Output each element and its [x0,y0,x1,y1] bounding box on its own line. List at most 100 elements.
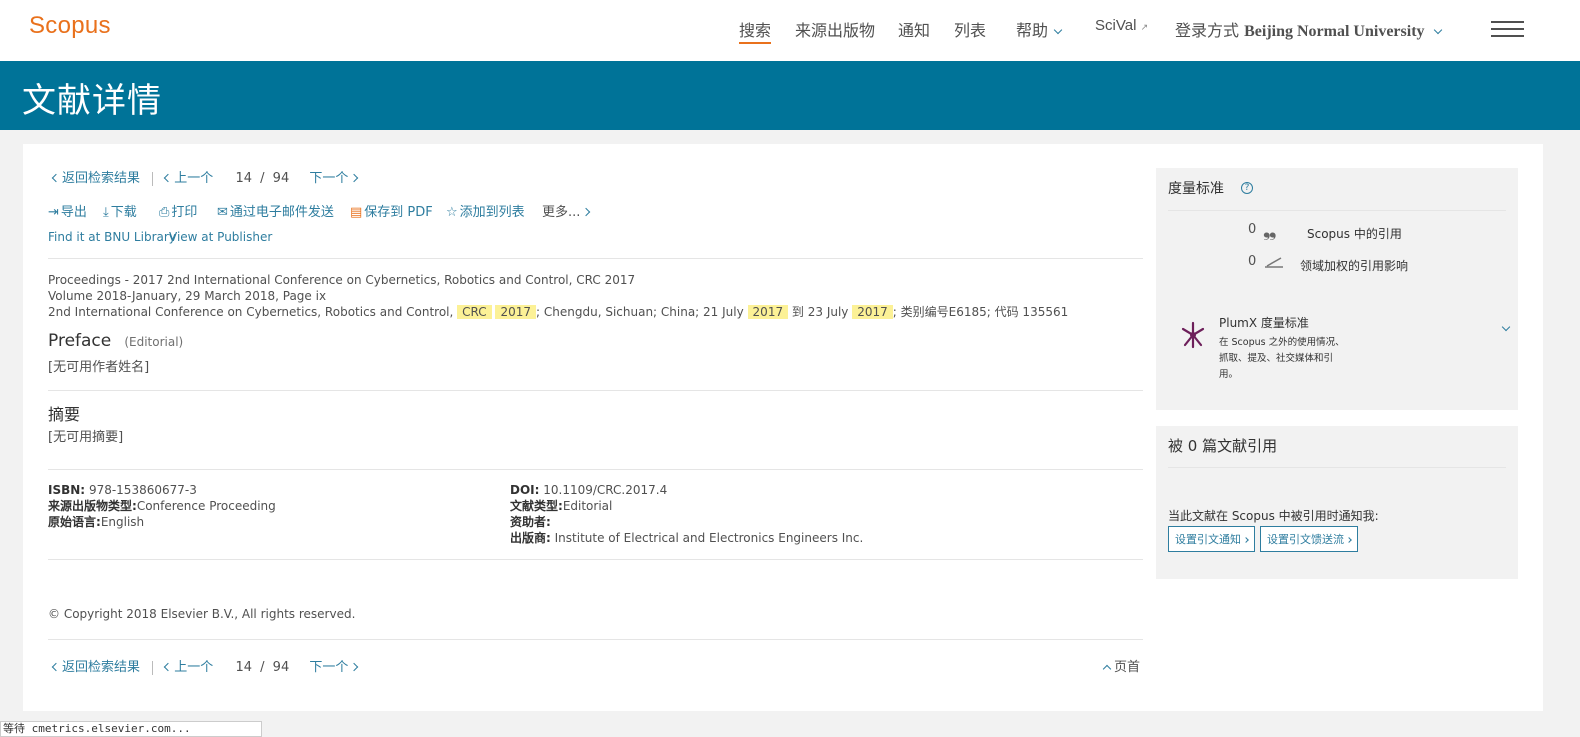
doc-type-row: 文献类型:Editorial [510,498,612,514]
back-to-top-label: 页首 [1114,660,1141,675]
pager-total: 94 [272,660,290,675]
divider [152,660,154,675]
previous-link[interactable]: 上一个 [164,660,213,675]
highlight: 2017 [495,305,537,319]
set-citation-feed-button[interactable]: 设置引文馈送流 [1260,526,1358,552]
previous-link[interactable]: 上一个 [164,171,213,186]
citations-label[interactable]: Scopus 中的引用 [1307,225,1402,242]
scopus-logo[interactable]: Scopus [29,12,111,40]
back-to-results-link[interactable]: 返回检索结果 [51,171,141,186]
isbn-value: 978-153860677-3 [88,483,197,497]
language-row: 原始语言:English [48,514,144,530]
pager-total: 94 [272,171,290,186]
save-pdf-button[interactable]: ▤ 保存到 PDF [350,201,433,220]
back-to-results-link[interactable]: 返回检索结果 [51,660,140,675]
help-icon[interactable]: ? [1241,182,1253,194]
download-button[interactable]: ⤓ 下载 [103,201,137,220]
pager-slash: / [260,660,265,675]
next-label: 下一个 [309,171,349,186]
divider [1168,210,1506,211]
publisher-label: 出版商: [510,531,551,545]
plumx-title[interactable]: PlumX 度量标准 [1219,314,1309,331]
nav-sources[interactable]: 来源出版物 [795,17,875,41]
plumx-icon [1180,320,1206,354]
nav-help[interactable]: 帮助 [1016,17,1063,41]
cited-by-heading: 被 0 篇文献引用 [1168,437,1278,455]
download-label: 下载 [110,205,137,220]
print-button[interactable]: ⎙ 打印 [159,201,197,220]
nav-scival[interactable]: SciVal ↗ [1095,17,1148,34]
fwci-label[interactable]: 领域加权的引用影响 [1300,257,1408,274]
document-details-card: 返回检索结果 上一个 14 / 94 下一个 ⇥ 导出 ⤓ 下载 ⎙ 打印 ✉ 通过电子… [23,144,1543,711]
save-pdf-label: 保存到 PDF [364,205,433,220]
back-to-top-link[interactable]: 页首 [1102,656,1141,675]
language-label: 原始语言: [48,515,101,529]
language-value: English [100,515,145,529]
gauge-icon [1264,254,1284,273]
abstract-text: [无可用摘要] [48,430,124,445]
chevron-down-icon [1501,322,1511,332]
more-label: 更多... [542,205,581,220]
chevron-left-icon [164,662,173,672]
divider [48,390,1143,391]
highlight: 2017 [747,305,789,319]
next-label: 下一个 [309,660,349,675]
add-to-list-button[interactable]: ☆ 添加到列表 [446,201,525,220]
print-label: 打印 [171,205,198,220]
sponsor-label: 资助者: [510,515,551,529]
chevron-right-icon [350,173,359,183]
citations-count: 0 [1248,222,1257,237]
export-label: 导出 [60,205,87,220]
find-it-bnu-link[interactable]: Find it at BNU Library [48,230,176,244]
plumx-desc-line: 用。 [1219,369,1239,380]
source-type-row: 来源出版物类型:Conference Proceeding [48,498,276,514]
next-link[interactable]: 下一个 [309,660,359,675]
email-label: 通过电子邮件发送 [229,205,334,220]
expand-plumx-button[interactable] [1496,318,1511,337]
nav-institution-login[interactable]: 登录方式 Beijing Normal University [1175,17,1442,41]
nav-help-label: 帮助 [1016,21,1049,40]
plumx-desc-line: 抓取、提及、社交媒体和引 [1219,353,1334,364]
nav-alerts[interactable]: 通知 [898,17,930,41]
print-icon: ⎙ [159,205,170,220]
plumx-description: 在 Scopus 之外的使用情况、 抓取、提及、社交媒体和引 用。 [1219,335,1345,383]
next-link[interactable]: 下一个 [309,171,359,186]
metrics-panel: 度量标准 ? 0 ❠ Scopus 中的引用 0 领域加权的引用影响 PlumX… [1156,168,1518,410]
pager-bottom: 返回检索结果 上一个 14 / 94 下一个 [51,656,359,675]
divider [48,639,1143,640]
chevron-right-icon [1346,537,1352,543]
isbn-row: ISBN: 978-153860677-3 [48,482,197,498]
conference-location: ; Chengdu, Sichuan; China; 21 July [536,305,744,319]
set-citation-alert-button[interactable]: 设置引文通知 [1168,526,1255,552]
document-type-tag: (Editorial) [124,335,184,349]
doi-value[interactable]: 10.1109/CRC.2017.4 [543,483,667,497]
doi-row: DOI: 10.1109/CRC.2017.4 [510,482,667,498]
chevron-right-icon [350,662,359,672]
source-title: Proceedings - 2017 2nd International Con… [48,273,636,287]
divider [48,559,1143,560]
back-to-results-label: 返回检索结果 [62,171,141,186]
page-banner: 文献详情 [0,61,1580,130]
divider [48,469,1143,470]
add-to-list-label: 添加到列表 [459,205,525,220]
pager-current: 14 [235,171,252,186]
source-type-value: Conference Proceeding [136,499,276,513]
menu-icon[interactable] [1491,21,1524,39]
export-icon: ⇥ [48,205,59,220]
export-button[interactable]: ⇥ 导出 [48,201,87,220]
chevron-up-icon [1102,664,1112,674]
nav-scival-label: SciVal [1095,17,1137,34]
view-at-publisher-link[interactable]: View at Publisher [169,230,272,244]
chevron-down-icon [1433,25,1442,35]
email-button[interactable]: ✉ 通过电子邮件发送 [217,201,334,220]
copyright: © Copyright 2018 Elsevier B.V., All righ… [48,607,356,621]
fwci-count: 0 [1248,254,1257,269]
nav-search[interactable]: 搜索 [739,17,772,44]
nav-lists[interactable]: 列表 [954,17,986,41]
chevron-down-icon [1053,25,1063,35]
chevron-left-icon [51,662,61,672]
pager-slash: / [260,171,265,186]
more-button[interactable]: 更多... [542,201,591,220]
highlight: CRC [457,305,492,319]
top-navigation-bar: Scopus 搜索 来源出版物 通知 列表 帮助 SciVal ↗ 登录方式 B… [0,0,1580,61]
